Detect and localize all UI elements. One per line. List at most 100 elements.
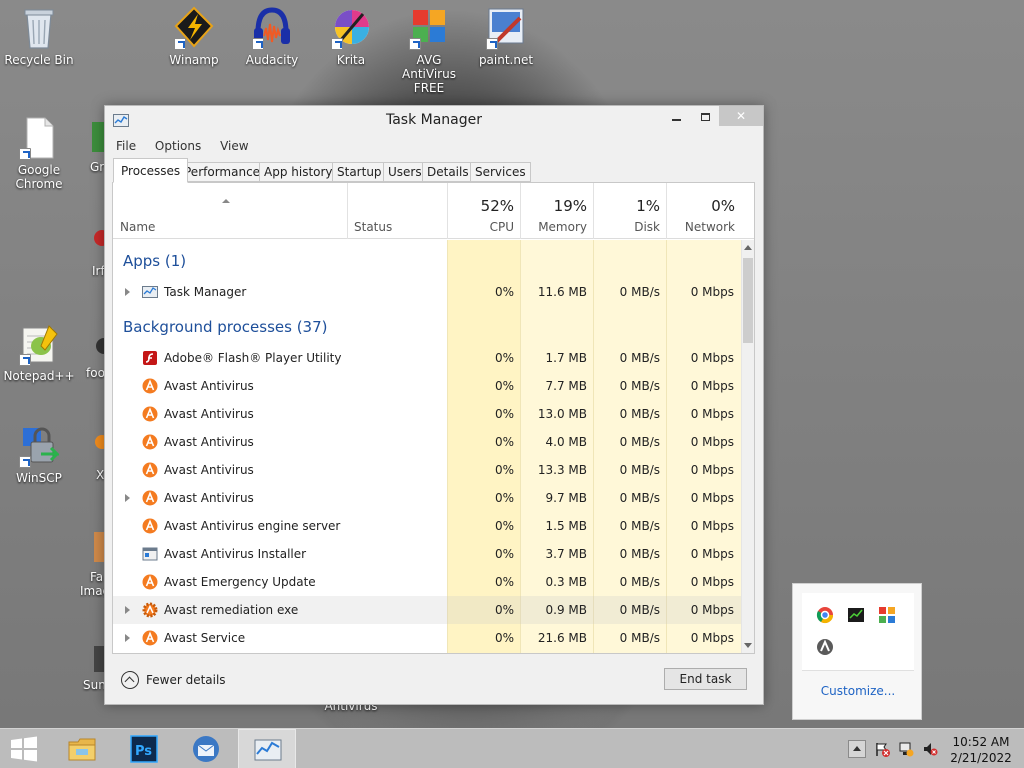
flash-icon — [143, 351, 157, 365]
monitor-tray-icon[interactable] — [847, 606, 865, 624]
table-row[interactable]: Avast Antivirus Installer 0% 3.7 MB 0 MB/s 0… — [113, 540, 741, 568]
table-row[interactable]: Avast Antivirus 0% 9.7 MB 0 MB/s 0 Mbps — [113, 484, 741, 512]
tab-users[interactable]: Users — [383, 162, 427, 182]
installer-icon — [142, 547, 158, 561]
minimize-button[interactable] — [661, 106, 691, 126]
table-row[interactable]: Avast remediation exe 0% 0.9 MB 0 MB/s 0 Mbp… — [113, 596, 741, 624]
shortcut-arrow-icon — [409, 38, 421, 50]
notification-overflow-popup: Customize... — [792, 583, 922, 720]
tab-processes[interactable]: Processes — [113, 158, 189, 183]
fewer-details-link[interactable]: Fewer details — [146, 673, 226, 687]
taskbar-task-manager[interactable] — [238, 729, 296, 768]
customize-link[interactable]: Customize... — [793, 684, 923, 698]
column-header-name[interactable]: Name — [113, 183, 347, 239]
table-row[interactable]: Avast Antivirus 0% 4.0 MB 0 MB/s 0 Mbps — [113, 428, 741, 456]
process-disk: 0 MB/s — [619, 463, 660, 477]
system-clock[interactable]: 10:52 AM 2/21/2022 — [944, 734, 1018, 766]
column-header-disk[interactable]: 1% Disk — [593, 183, 666, 239]
expand-arrow-icon[interactable] — [125, 288, 130, 296]
taskbar: Ps 10:52 AM 2/21/2022 — [0, 728, 1024, 768]
desktop-icon-partial-fa[interactable]: Fa Imag — [80, 526, 104, 598]
process-disk: 0 MB/s — [619, 575, 660, 589]
browser-tray-icon[interactable] — [816, 606, 834, 624]
desktop-icon-krita[interactable]: Krita — [315, 6, 387, 67]
table-row[interactable]: Avast Antivirus 0% 7.7 MB 0 MB/s 0 Mbps — [113, 372, 741, 400]
expand-arrow-icon[interactable] — [125, 494, 130, 502]
process-name: Adobe® Flash® Player Utility — [164, 351, 342, 365]
title-bar[interactable]: Task Manager ✕ — [105, 106, 763, 135]
column-header-cpu[interactable]: 52% CPU — [447, 183, 520, 239]
table-row[interactable]: Avast Antivirus 0% 13.3 MB 0 MB/s 0 Mbps — [113, 456, 741, 484]
table-row[interactable]: Task Manager 0% 11.6 MB 0 MB/s 0 Mbps — [113, 278, 741, 306]
expand-arrow-icon[interactable] — [125, 606, 130, 614]
taskbar-photoshop[interactable]: Ps — [120, 729, 166, 768]
tab-services[interactable]: Services — [470, 162, 531, 182]
expand-arrow-icon[interactable] — [125, 634, 130, 642]
process-memory: 4.0 MB — [545, 435, 587, 449]
process-memory: 13.0 MB — [537, 407, 587, 421]
vertical-scrollbar[interactable] — [741, 240, 754, 653]
table-row[interactable]: Avast Emergency Update 0% 0.3 MB 0 MB/s 0 Mb… — [113, 568, 741, 596]
desktop-icon-avg[interactable]: AVG AntiVirus FREE — [388, 6, 470, 95]
process-cpu: 0% — [494, 407, 514, 421]
desktop-icon-winamp[interactable]: Winamp — [158, 6, 230, 67]
tab-performance[interactable]: Performance — [179, 162, 266, 182]
desktop-icon-partial-sun[interactable]: Sun — [80, 640, 104, 692]
menu-file[interactable]: File — [113, 137, 139, 155]
maximize-button[interactable] — [691, 106, 719, 126]
close-button[interactable]: ✕ — [719, 106, 763, 126]
taskbar-explorer[interactable] — [58, 729, 104, 768]
desktop-icon-google-chrome[interactable]: Google Chrome — [3, 116, 75, 191]
volume-muted-icon[interactable] — [922, 741, 938, 757]
process-network: 0 Mbps — [690, 435, 734, 449]
menu-options[interactable]: Options — [152, 137, 204, 155]
scroll-thumb[interactable] — [743, 258, 753, 343]
scroll-down-icon[interactable] — [744, 643, 752, 648]
process-network: 0 Mbps — [690, 351, 734, 365]
desktop-icon-partial-irf[interactable]: Irf — [84, 220, 104, 278]
action-center-flag-icon[interactable] — [874, 741, 890, 757]
table-row[interactable]: Avast Service 0% 21.6 MB 0 MB/s 0 Mbps — [113, 624, 741, 652]
desktop-icon-label: paint.net — [478, 53, 534, 67]
desktop-icon-partial-x[interactable]: X — [84, 424, 104, 482]
process-name: Avast Antivirus Installer — [164, 547, 307, 561]
taskbar-thunderbird[interactable] — [182, 729, 228, 768]
desktop-icon-partial-gr[interactable]: Gr — [84, 116, 104, 174]
shortcut-arrow-icon — [174, 38, 186, 50]
column-header-network[interactable]: 0% Network — [666, 183, 741, 239]
avg-tray-icon[interactable] — [878, 606, 896, 624]
desktop-icon-paintnet[interactable]: paint.net — [470, 6, 542, 67]
show-hidden-icons-button[interactable] — [848, 740, 866, 758]
process-memory: 3.7 MB — [545, 547, 587, 561]
start-button[interactable] — [0, 729, 46, 768]
process-disk: 0 MB/s — [619, 285, 660, 299]
scroll-up-icon[interactable] — [744, 245, 752, 250]
window-footer: Fewer details End task — [105, 655, 763, 704]
process-network: 0 Mbps — [690, 463, 734, 477]
tab-startup[interactable]: Startup — [332, 162, 387, 182]
desktop-icon-audacity[interactable]: Audacity — [236, 6, 308, 67]
end-task-button[interactable]: End task — [664, 668, 747, 690]
network-total-percent: 0% — [711, 197, 735, 215]
table-row[interactable]: Avast Antivirus 0% 13.0 MB 0 MB/s 0 Mbps — [113, 400, 741, 428]
desktop-icon-partial-foo[interactable]: foo — [84, 322, 104, 380]
network-icon[interactable] — [898, 741, 914, 757]
minimize-icon — [671, 118, 681, 121]
column-header-memory[interactable]: 19% Memory — [520, 183, 593, 239]
avast-tray-icon[interactable] — [816, 638, 834, 656]
tab-app-history[interactable]: App history — [259, 162, 338, 182]
column-header-status[interactable]: Status — [347, 183, 447, 239]
menu-view[interactable]: View — [217, 137, 251, 155]
column-status-label: Status — [354, 220, 393, 234]
process-network: 0 Mbps — [690, 285, 734, 299]
shortcut-arrow-icon — [331, 38, 343, 50]
desktop-icon-recycle-bin[interactable]: Recycle Bin — [3, 6, 75, 67]
desktop-icon-notepadpp[interactable]: Notepad++ — [3, 322, 75, 383]
fewer-details-icon[interactable] — [121, 671, 139, 689]
table-row[interactable]: Avast Antivirus engine server 0% 1.5 MB 0 M… — [113, 512, 741, 540]
tab-details[interactable]: Details — [422, 162, 474, 182]
table-row[interactable]: Adobe® Flash® Player Utility 0% 1.7 MB 0 MB… — [113, 344, 741, 372]
process-name: Avast Emergency Update — [164, 575, 316, 589]
desktop-icon-winscp[interactable]: WinSCP — [3, 424, 75, 485]
process-disk: 0 MB/s — [619, 491, 660, 505]
